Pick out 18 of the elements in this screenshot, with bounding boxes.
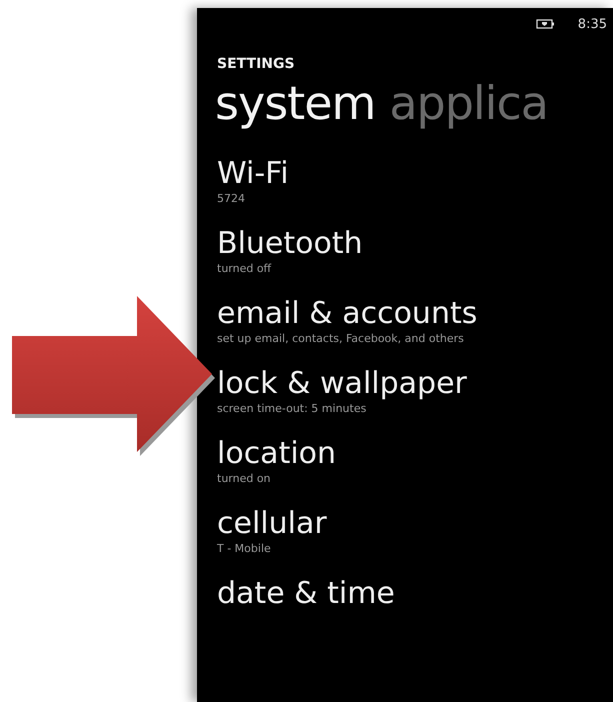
setting-title[interactable]: email & accounts bbox=[217, 296, 613, 332]
setting-subtitle: turned off bbox=[217, 262, 272, 276]
setting-title[interactable]: lock & wallpaper bbox=[217, 366, 613, 402]
battery-charging-icon bbox=[536, 19, 556, 29]
app-title: SETTINGS bbox=[216, 55, 296, 72]
setting-title[interactable]: cellular bbox=[217, 506, 613, 542]
clock-time: 8:35 bbox=[578, 16, 607, 32]
setting-title[interactable]: location bbox=[217, 436, 613, 472]
pivot-tab[interactable]: applica bbox=[389, 74, 548, 132]
setting-subtitle: screen time-out: 5 minutes bbox=[217, 402, 368, 416]
setting-subtitle: turned on bbox=[217, 472, 272, 486]
setting-title[interactable]: Wi-Fi bbox=[217, 156, 613, 192]
setting-subtitle: set up email, contacts, Facebook, and others bbox=[217, 332, 465, 346]
setting-subtitle: 5724 bbox=[217, 192, 246, 206]
setting-title[interactable]: Bluetooth bbox=[217, 226, 613, 262]
pivot-tab[interactable]: system bbox=[215, 74, 376, 132]
setting-subtitle: T - Mobile bbox=[217, 542, 272, 556]
setting-title[interactable]: date & time bbox=[217, 576, 613, 612]
